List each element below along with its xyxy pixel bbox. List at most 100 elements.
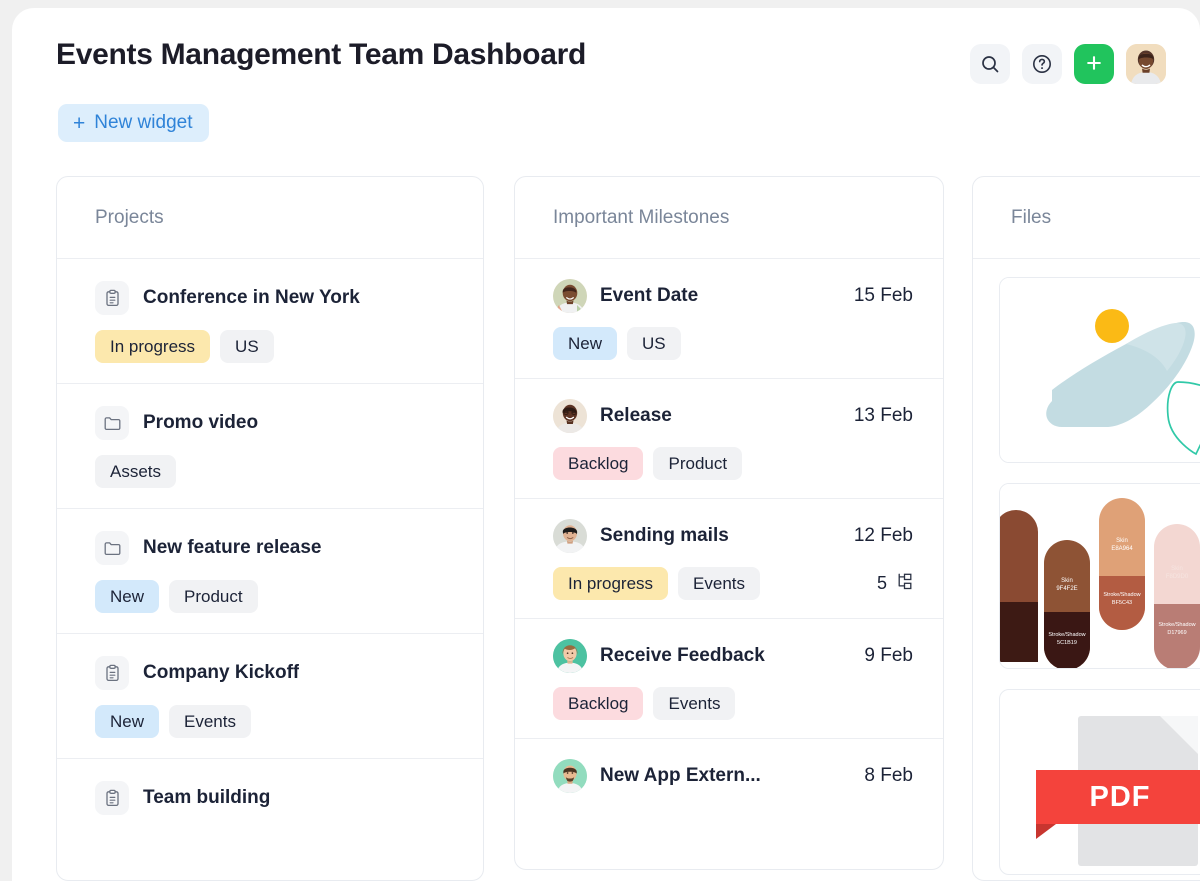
ribbon-tail [1036, 824, 1056, 839]
tag-badge[interactable]: Product [653, 447, 742, 480]
milestone-date: 8 Feb [864, 765, 913, 787]
project-title: New feature release [143, 537, 322, 559]
milestone-row[interactable]: Receive Feedback 9 Feb Backlog Events [515, 619, 943, 739]
widget-title: Important Milestones [553, 207, 729, 229]
widget-title: Files [1011, 207, 1051, 229]
tag-badge[interactable]: Events [653, 687, 735, 720]
milestone-date: 13 Feb [854, 405, 913, 427]
search-button[interactable] [970, 44, 1010, 84]
svg-text:9F4F2E: 9F4F2E [1056, 586, 1077, 592]
project-row[interactable]: Conference in New York In progress US [57, 259, 483, 384]
project-tags: Assets [95, 455, 445, 488]
tag-badge[interactable]: Backlog [553, 447, 643, 480]
assignee-avatar[interactable] [553, 399, 587, 433]
subtask-hierarchy-icon [894, 572, 913, 596]
widget-milestones: Important Milestones Event Date 15 Feb New… [514, 176, 944, 870]
tag-badge[interactable]: Events [169, 705, 251, 738]
svg-text:5C1B19: 5C1B19 [1057, 640, 1077, 646]
tag-badge[interactable]: In progress [553, 567, 668, 600]
milestone-tags: Backlog Events [553, 687, 913, 720]
page-fold-icon [1160, 716, 1198, 754]
tag-badge[interactable]: In progress [95, 330, 210, 363]
svg-text:Skin: Skin [1061, 578, 1073, 584]
project-row[interactable]: Team building [57, 759, 483, 835]
plus-icon [1085, 54, 1103, 75]
milestone-row[interactable]: New App Extern... 8 Feb [515, 739, 943, 811]
milestone-tags: Backlog Product [553, 447, 913, 480]
projects-list: Conference in New York In progress US Promo… [57, 259, 483, 835]
help-button[interactable] [1022, 44, 1062, 84]
assignee-avatar[interactable] [553, 639, 587, 673]
milestone-tags: In progress Events 5 [553, 567, 913, 600]
milestone-date: 9 Feb [864, 645, 913, 667]
svg-text:D17969: D17969 [1167, 630, 1186, 636]
project-row[interactable]: Promo video Assets [57, 384, 483, 509]
widget-files: Files [972, 176, 1200, 881]
milestone-title: Release [600, 405, 833, 427]
avatar[interactable] [1126, 44, 1166, 84]
tag-badge[interactable]: Product [169, 580, 258, 613]
pdf-label: PDF [1036, 770, 1200, 824]
file-thumbnail-artwork[interactable] [999, 277, 1200, 463]
milestone-title: New App Extern... [600, 765, 843, 787]
assignee-avatar[interactable] [553, 519, 587, 553]
subtask-count: 5 [877, 572, 913, 596]
project-title: Promo video [143, 412, 258, 434]
page-header: Events Management Team Dashboard + New w… [12, 8, 1200, 156]
svg-text:BF5C43: BF5C43 [1112, 600, 1132, 606]
milestone-row[interactable]: Event Date 15 Feb New US [515, 259, 943, 379]
widget-milestones-header: Important Milestones [515, 177, 943, 259]
files-list: Skin 9F4F2E Stroke/Shadow 5C1B19 Skin E8… [973, 259, 1200, 875]
tag-badge[interactable]: Backlog [553, 687, 643, 720]
new-widget-button[interactable]: + New widget [58, 104, 209, 142]
project-row-main: New feature release [95, 531, 445, 565]
search-icon [980, 54, 1000, 74]
tag-badge[interactable]: US [627, 327, 681, 360]
clipboard-icon [95, 281, 129, 315]
milestone-title: Event Date [600, 285, 833, 307]
milestones-list: Event Date 15 Feb New US Release 13 Feb Backlo… [515, 259, 943, 811]
assignee-avatar[interactable] [553, 279, 587, 313]
milestone-row[interactable]: Sending mails12 FebIn progressEvents5 [515, 499, 943, 619]
folder-icon [95, 531, 129, 565]
tag-badge[interactable]: New [553, 327, 617, 360]
project-title: Team building [143, 787, 270, 809]
tag-badge[interactable]: Events [678, 567, 760, 600]
milestone-row-main: Receive Feedback 9 Feb [553, 639, 913, 673]
milestone-row-main: Event Date 15 Feb [553, 279, 913, 313]
svg-text:Stroke/Shadow: Stroke/Shadow [1048, 632, 1085, 638]
project-title: Conference in New York [143, 287, 360, 309]
project-title: Company Kickoff [143, 662, 299, 684]
project-row[interactable]: New feature release New Product [57, 509, 483, 634]
new-widget-label: New widget [94, 112, 192, 134]
project-row[interactable]: Company Kickoff New Events [57, 634, 483, 759]
assignee-avatar[interactable] [553, 759, 587, 793]
tag-badge[interactable]: Assets [95, 455, 176, 488]
project-tags: New Product [95, 580, 445, 613]
plus-icon: + [73, 113, 85, 134]
tag-badge[interactable]: New [95, 580, 159, 613]
milestone-tags: New US [553, 327, 913, 360]
add-button[interactable] [1074, 44, 1114, 84]
milestone-row[interactable]: Release 13 Feb Backlog Product [515, 379, 943, 499]
milestone-date: 15 Feb [854, 285, 913, 307]
widget-files-header: Files [973, 177, 1200, 259]
milestone-row-main: New App Extern... 8 Feb [553, 759, 913, 793]
project-row-main: Company Kickoff [95, 656, 445, 690]
question-circle-icon [1031, 53, 1053, 75]
tag-badge[interactable]: US [220, 330, 274, 363]
project-tags: New Events [95, 705, 445, 738]
svg-text:Skin: Skin [1171, 566, 1183, 572]
file-thumbnail-palette[interactable]: Skin 9F4F2E Stroke/Shadow 5C1B19 Skin E8… [999, 483, 1200, 669]
widgets-board: Projects Conference in New YorkIn progre… [12, 168, 1200, 881]
milestone-title: Sending mails [600, 525, 833, 547]
svg-text:E8A964: E8A964 [1111, 546, 1133, 552]
svg-text:Stroke/Shadow: Stroke/Shadow [1158, 622, 1195, 628]
clipboard-icon [95, 656, 129, 690]
subtask-count-value: 5 [877, 573, 887, 594]
header-actions [970, 44, 1166, 84]
file-thumbnail-pdf[interactable]: PDF [999, 689, 1200, 875]
project-row-main: Team building [95, 781, 445, 815]
tag-badge[interactable]: New [95, 705, 159, 738]
milestone-title: Receive Feedback [600, 645, 843, 667]
